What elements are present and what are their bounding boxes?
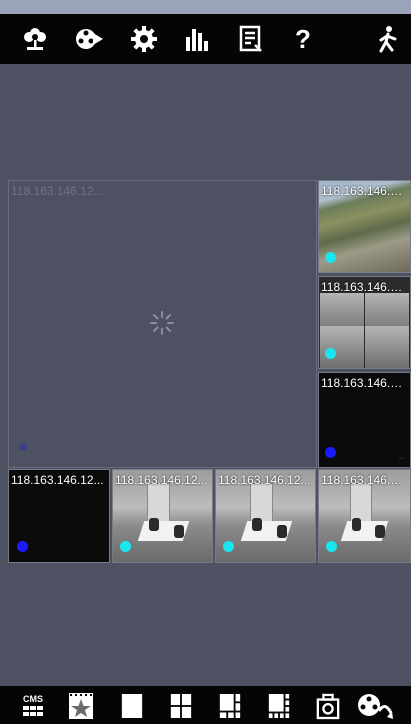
channel-ip-label: 118.163.146.12...	[115, 473, 208, 487]
layout-6-icon[interactable]	[215, 690, 245, 722]
channel-ip-label: 118.163.146.12...	[321, 184, 408, 198]
film-star-icon[interactable]	[66, 690, 96, 722]
channel-ip-label: 118.163.146.12...	[321, 473, 408, 487]
channel-tile[interactable]: 118.163.146.12...	[215, 469, 316, 563]
cms-grid-icon[interactable]: CMS	[18, 690, 48, 722]
timestamp-overlay: ⋯	[399, 456, 404, 462]
status-dot	[223, 541, 234, 552]
channel-ip-label: 118.163.146.12...	[321, 376, 408, 390]
top-toolbar: ?	[0, 14, 411, 64]
status-bar	[0, 0, 411, 14]
channel-tile[interactable]: 118.163.146.12...	[318, 276, 411, 369]
bar-chart-icon[interactable]	[180, 22, 214, 56]
channel-ip-label: 118.163.146.12...	[11, 473, 104, 487]
channel-ip-label: 118.163.146.12...	[218, 473, 311, 487]
cms-label: CMS	[23, 693, 43, 704]
ptz-icon[interactable]	[355, 690, 395, 722]
bottom-toolbar: CMS	[0, 686, 411, 724]
help-icon[interactable]: ?	[286, 22, 320, 56]
status-dot	[325, 348, 336, 359]
channel-tile[interactable]: 118.163.146.12...	[112, 469, 213, 563]
channel-tile[interactable]: 118.163.146.12...	[8, 469, 110, 563]
channel-tile[interactable]: 118.163.146.12...	[318, 180, 411, 273]
empty-view-area	[8, 64, 411, 180]
video-play-icon[interactable]	[72, 22, 106, 56]
channel-tile[interactable]: 118.163.146.12...	[318, 469, 411, 563]
layout-4-icon[interactable]	[166, 690, 196, 722]
main-channel-tile[interactable]: 118.163.146.12...	[8, 180, 317, 468]
status-dot	[326, 541, 337, 552]
channel-tile[interactable]: 118.163.146.12... ⋯	[318, 372, 411, 468]
layout-8-icon[interactable]	[264, 690, 294, 722]
gear-icon[interactable]	[127, 22, 161, 56]
status-dot	[325, 447, 336, 458]
channel-ip-label: 118.163.146.12...	[321, 280, 408, 294]
help-label: ?	[295, 24, 311, 54]
walking-person-icon[interactable]	[370, 22, 404, 56]
status-dot	[325, 252, 336, 263]
layout-1-icon[interactable]	[117, 690, 147, 722]
document-list-icon[interactable]	[234, 22, 268, 56]
status-dot	[19, 443, 27, 451]
camera-snapshot-icon[interactable]	[313, 690, 343, 722]
channel-ip-label: 118.163.146.12...	[11, 184, 104, 198]
status-dot	[17, 541, 28, 552]
status-dot	[120, 541, 131, 552]
loading-spinner-icon	[150, 311, 174, 335]
flower-icon[interactable]	[18, 22, 52, 56]
